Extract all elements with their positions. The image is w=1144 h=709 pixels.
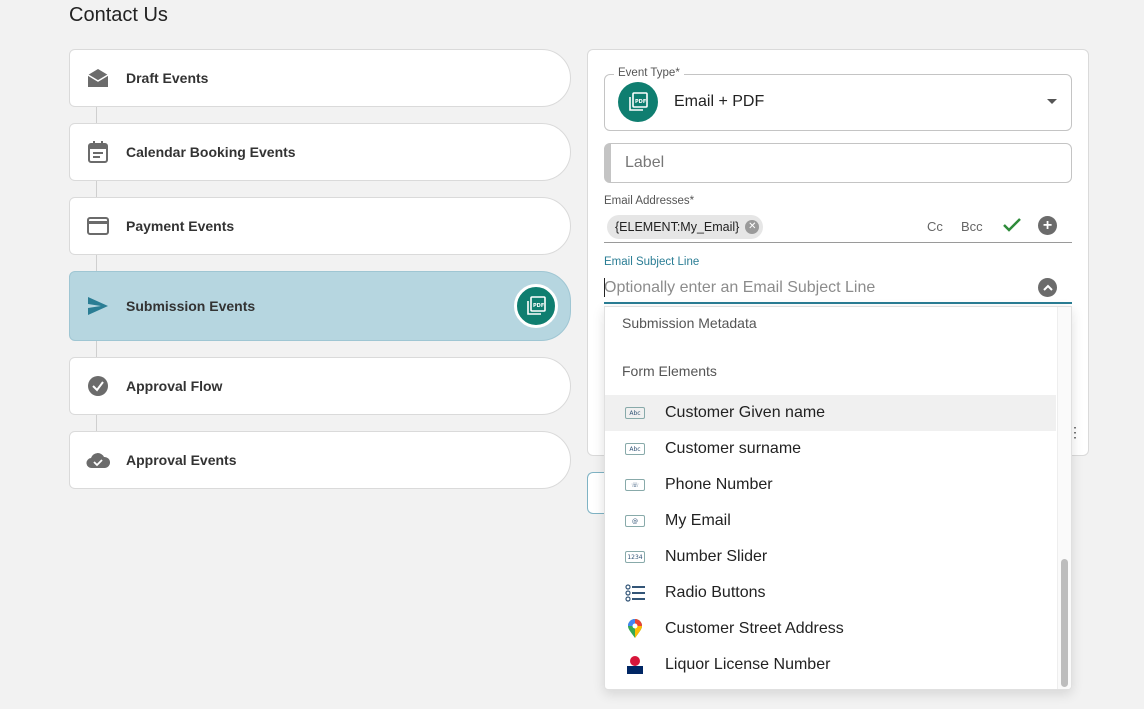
email-underline (604, 242, 1072, 243)
element-dropdown[interactable]: Submission Metadata Form Elements Abc Cu… (604, 306, 1072, 690)
nsw-logo-icon (605, 655, 665, 675)
event-connector (96, 181, 97, 197)
email-field-icon: @ (605, 515, 665, 527)
check-icon[interactable] (1003, 217, 1021, 238)
event-connector (96, 341, 97, 358)
text-cursor (604, 278, 605, 297)
chevron-down-icon[interactable] (1047, 99, 1057, 104)
pdf-icon: PDF (618, 82, 658, 122)
dropdown-section-header: Form Elements (622, 363, 717, 379)
event-label: Payment Events (126, 218, 235, 234)
cc-button[interactable]: Cc (927, 219, 943, 234)
pdf-icon[interactable]: PDF (514, 284, 558, 328)
dropdown-item[interactable]: Abc Customer surname (605, 431, 1056, 467)
event-card-submission[interactable]: Submission Events PDF (69, 271, 571, 341)
email-addresses-label: Email Addresses* (604, 195, 695, 207)
dropdown-item[interactable]: Liquor License Number (605, 647, 1056, 683)
event-label: Calendar Booking Events (126, 144, 296, 160)
send-icon (70, 296, 126, 316)
cloud-done-icon (70, 451, 126, 469)
chevron-up-icon[interactable] (1038, 278, 1057, 297)
add-icon[interactable]: + (1038, 216, 1057, 235)
text-field-icon: Abc (605, 443, 665, 455)
dropdown-item-label: Liquor License Number (665, 656, 831, 673)
subject-input[interactable] (604, 275, 1034, 301)
svg-text:PDF: PDF (533, 303, 544, 309)
calendar-icon (70, 141, 126, 163)
close-icon[interactable]: ✕ (745, 220, 760, 234)
dropdown-item[interactable]: ☏ Phone Number (605, 467, 1056, 503)
credit-card-icon (70, 217, 126, 235)
dropdown-section-header: Submission Metadata (622, 315, 757, 331)
event-card-draft[interactable]: Draft Events (69, 49, 571, 107)
text-field-icon: Abc (605, 407, 665, 419)
dropdown-item-label: Number Slider (665, 548, 768, 565)
event-connector (96, 107, 97, 124)
event-label: Draft Events (126, 70, 209, 86)
dropdown-scroll-thumb[interactable] (1061, 559, 1068, 687)
dropdown-item-label: Phone Number (665, 476, 773, 493)
bcc-button[interactable]: Bcc (961, 219, 983, 234)
check-circle-icon (70, 376, 126, 396)
dropdown-item-label: Radio Buttons (665, 584, 766, 601)
event-card-payment[interactable]: Payment Events (69, 197, 571, 255)
event-label: Approval Events (126, 452, 237, 468)
event-type-value: Email + PDF (674, 93, 765, 110)
dropdown-item-label: Customer Given name (665, 404, 826, 421)
dropdown-item[interactable]: @ My Email (605, 503, 1056, 539)
event-card-approval-flow[interactable]: Approval Flow (69, 357, 571, 415)
email-chip-label: {ELEMENT:My_Email} (615, 220, 740, 234)
dropdown-item[interactable]: Abc Customer Given name (605, 395, 1056, 431)
event-card-calendar-booking[interactable]: Calendar Booking Events (69, 123, 571, 181)
event-type-legend: Event Type* (614, 67, 684, 79)
dropdown-item[interactable]: Radio Buttons (605, 575, 1056, 611)
phone-field-icon: ☏ (605, 479, 665, 491)
event-connector (96, 255, 97, 272)
dropdown-item-label: My Email (665, 512, 731, 529)
dropdown-item-label: Customer Street Address (665, 620, 844, 637)
event-label: Approval Flow (126, 378, 223, 394)
dropdown-item-label: Customer surname (665, 440, 802, 457)
number-field-icon: 1234 (605, 551, 665, 563)
svg-text:PDF: PDF (635, 99, 646, 105)
dropdown-item[interactable]: Customer Street Address (605, 611, 1056, 647)
event-card-approval-events[interactable]: Approval Events (69, 431, 571, 489)
map-pin-icon (605, 619, 665, 639)
email-chip[interactable]: {ELEMENT:My_Email} ✕ (607, 215, 764, 239)
event-connector (96, 415, 97, 432)
subject-label: Email Subject Line (604, 256, 700, 268)
mail-open-icon (70, 68, 126, 88)
event-label: Submission Events (126, 298, 256, 314)
page-title: Contact Us (69, 4, 168, 26)
label-field[interactable] (604, 143, 1072, 183)
radio-list-icon (605, 584, 665, 602)
subject-underline (604, 302, 1072, 304)
dropdown-item[interactable]: 1234 Number Slider (605, 539, 1056, 575)
